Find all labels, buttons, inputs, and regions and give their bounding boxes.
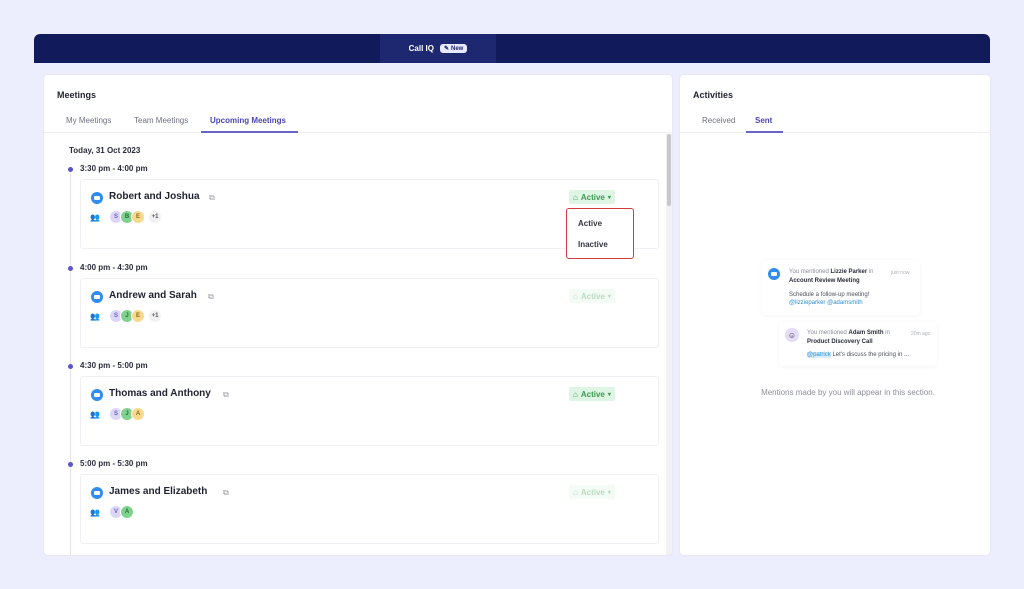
tab-upcoming-meetings[interactable]: Upcoming Meetings — [210, 116, 286, 125]
slot-time: 3:30 pm - 4:00 pm — [80, 164, 148, 173]
mention-meeting: Account Review Meeting — [789, 278, 860, 284]
timeline-line — [70, 168, 71, 555]
meeting-title[interactable]: James and Elizabeth — [109, 486, 207, 497]
new-badge: ✎ New — [439, 44, 468, 53]
avatar: A — [120, 505, 134, 519]
tab-received[interactable]: Received — [702, 116, 735, 125]
activities-title: Activities — [693, 90, 734, 100]
participants-icon: 👥 — [90, 410, 100, 419]
avatar: E — [131, 210, 145, 224]
sparkle-icon: ✎ — [443, 46, 450, 52]
activities-panel: Activities Received Sent You mentioned L… — [680, 75, 990, 555]
user-avatar: ☺ — [785, 328, 799, 342]
status-dropdown[interactable]: ⌂ Active ▾ — [569, 485, 615, 499]
status-dropdown[interactable]: ⌂ Active ▾ — [569, 387, 615, 401]
tab-sent[interactable]: Sent — [755, 116, 772, 125]
call-iq-title: Call IQ — [408, 44, 434, 53]
option-inactive[interactable]: Inactive — [578, 240, 608, 249]
chevron-down-icon: ▾ — [607, 194, 611, 201]
meetings-list: Today, 31 Oct 2023 3:30 pm - 4:00 pm Rob… — [44, 134, 672, 555]
video-camera-icon — [91, 487, 103, 499]
slot-time: 4:30 pm - 5:00 pm — [80, 361, 148, 370]
timeline-dot — [68, 266, 73, 271]
chevron-down-icon: ▾ — [607, 293, 611, 300]
meeting-title[interactable]: Thomas and Anthony — [109, 388, 211, 399]
active-tab-indicator — [746, 131, 783, 133]
meeting-card[interactable]: Andrew and Sarah ⧉ 👥 S J E +1 ⌂ Active ▾ — [80, 278, 659, 348]
activities-tabs: Received Sent — [680, 111, 990, 133]
robot-icon: ⌂ — [573, 192, 578, 202]
slot-time: 4:00 pm - 4:30 pm — [80, 263, 148, 272]
external-link-icon[interactable]: ⧉ — [223, 390, 229, 400]
chevron-down-icon: ▾ — [607, 391, 611, 398]
mention-meeting: Product Discovery Call — [807, 339, 873, 345]
external-link-icon[interactable]: ⧉ — [223, 488, 229, 498]
meeting-card[interactable]: James and Elizabeth ⧉ 👥 V A ⌂ Active ▾ — [80, 474, 659, 544]
chevron-down-icon: ▾ — [607, 489, 611, 496]
top-bar: Call IQ ✎ New — [34, 34, 990, 63]
scrollbar[interactable] — [666, 134, 672, 555]
scrollbar-thumb[interactable] — [667, 134, 671, 206]
timeline-dot — [68, 462, 73, 467]
mention-message: @patrick Let's discuss the pricing in ..… — [807, 352, 909, 358]
robot-icon: ⌂ — [573, 389, 578, 399]
external-link-icon[interactable]: ⧉ — [208, 292, 214, 302]
empty-state-text: Mentions made by you will appear in this… — [761, 388, 935, 397]
meeting-card[interactable]: Thomas and Anthony ⧉ 👥 S J A ⌂ Active ▾ — [80, 376, 659, 446]
mention-tags: @lizzieparker @adamsmith — [789, 300, 863, 306]
meeting-title[interactable]: Robert and Joshua — [109, 191, 200, 202]
participants-icon: 👥 — [90, 312, 100, 321]
date-label: Today, 31 Oct 2023 — [69, 146, 141, 155]
participants-icon: 👥 — [90, 213, 100, 222]
participants-icon: 👥 — [90, 508, 100, 517]
tab-my-meetings[interactable]: My Meetings — [66, 116, 111, 125]
video-camera-icon — [91, 192, 103, 204]
tab-team-meetings[interactable]: Team Meetings — [134, 116, 188, 125]
status-dropdown-menu: Active Inactive — [566, 208, 634, 259]
robot-icon: ⌂ — [573, 291, 578, 301]
mention-card: You mentioned Lizzie Parker in just now … — [762, 260, 920, 315]
participant-avatars: S B E +1 — [109, 210, 162, 224]
avatar: A — [131, 407, 145, 421]
mention-card: ☺ You mentioned Adam Smith in 20m ago Pr… — [779, 322, 937, 366]
timeline-dot — [68, 167, 73, 172]
mention-header: You mentioned Adam Smith in — [807, 330, 890, 336]
video-camera-icon — [91, 291, 103, 303]
participant-avatars: S J A — [109, 407, 145, 421]
status-dropdown[interactable]: ⌂ Active ▾ — [569, 289, 615, 303]
meetings-tabs: My Meetings Team Meetings Upcoming Meeti… — [44, 111, 672, 133]
active-tab-indicator — [201, 131, 298, 133]
avatar: E — [131, 309, 145, 323]
meeting-title[interactable]: Andrew and Sarah — [109, 290, 197, 301]
slot-time: 5:00 pm - 5:30 pm — [80, 459, 148, 468]
meetings-title: Meetings — [57, 90, 97, 100]
more-participants[interactable]: +1 — [148, 309, 162, 323]
participant-avatars: S J E +1 — [109, 309, 162, 323]
mention-message: Schedule a follow-up meeting! — [789, 292, 870, 298]
more-participants[interactable]: +1 — [148, 210, 162, 224]
status-dropdown[interactable]: ⌂ Active ▾ — [569, 190, 615, 204]
mention-header: You mentioned Lizzie Parker in — [789, 269, 874, 275]
video-camera-icon — [768, 268, 780, 280]
mention-time: 20m ago — [911, 331, 931, 337]
robot-icon: ⌂ — [573, 487, 578, 497]
call-iq-tab[interactable]: Call IQ ✎ New — [380, 34, 496, 63]
video-camera-icon — [91, 389, 103, 401]
external-link-icon[interactable]: ⧉ — [209, 193, 215, 203]
option-active[interactable]: Active — [578, 219, 602, 228]
mention-time: just now — [891, 270, 910, 276]
meetings-panel: Meetings My Meetings Team Meetings Upcom… — [44, 75, 672, 555]
participant-avatars: V A — [109, 505, 134, 519]
timeline-dot — [68, 364, 73, 369]
